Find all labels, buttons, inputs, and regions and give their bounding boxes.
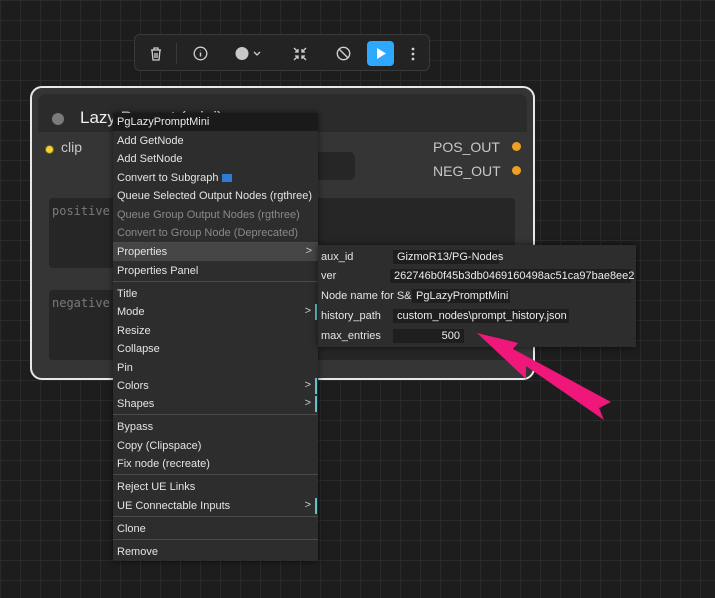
menu-item-label: Title	[117, 288, 138, 300]
submenu-indicator	[315, 304, 317, 320]
more-icon[interactable]	[403, 41, 423, 66]
menu-item-label: Collapse	[117, 343, 160, 355]
menu-item-label: Mode	[117, 306, 145, 318]
pos-out-slot[interactable]	[512, 142, 521, 151]
trash-icon[interactable]	[145, 41, 167, 66]
menu-item-shapes[interactable]: Shapes >	[113, 395, 318, 413]
property-value[interactable]: custom_nodes\prompt_history.json	[393, 309, 569, 323]
menu-item-label: Resize	[117, 325, 151, 337]
property-row[interactable]: ver 262746b0f45b3db0469160498ac51ca97bae…	[318, 267, 636, 286]
menu-item-remove[interactable]: Remove	[113, 543, 318, 561]
menu-divider	[113, 539, 318, 540]
menu-item-queue-selected[interactable]: Queue Selected Output Nodes (rgthree)	[113, 187, 318, 205]
menu-item-convert-group-node: Convert to Group Node (Deprecated)	[113, 224, 318, 242]
menu-item-ue-connectable-inputs[interactable]: UE Connectable Inputs >	[113, 497, 318, 515]
menu-divider	[113, 281, 318, 282]
property-key: max_entries	[321, 330, 381, 342]
run-icon[interactable]	[367, 41, 394, 66]
menu-item-bypass[interactable]: Bypass	[113, 418, 318, 436]
menu-item-label: Queue Selected Output Nodes (rgthree)	[117, 190, 313, 202]
menu-item-fix-node[interactable]: Fix node (recreate)	[113, 455, 318, 473]
collapse-icon[interactable]	[289, 41, 311, 66]
property-key: history_path	[321, 310, 381, 322]
submenu-arrow-icon: >	[304, 305, 311, 317]
menu-item-reject-ue-links[interactable]: Reject UE Links	[113, 478, 318, 496]
menu-item-colors[interactable]: Colors >	[113, 377, 318, 395]
menu-header: PgLazyPromptMini	[113, 113, 318, 131]
property-value[interactable]: 262746b0f45b3db0469160498ac51ca97bae8ee2	[390, 269, 634, 283]
submenu-arrow-icon: >	[305, 245, 312, 257]
property-row[interactable]: aux_id GizmoR13/PG-Nodes	[318, 248, 636, 267]
menu-item-label: Properties Panel	[117, 265, 199, 277]
menu-item-label: Add GetNode	[117, 135, 184, 147]
menu-item-properties-panel[interactable]: Properties Panel	[113, 262, 318, 280]
property-row[interactable]: max_entries 500	[318, 327, 636, 346]
submenu-arrow-icon: >	[304, 397, 311, 409]
menu-item-label: Properties	[117, 246, 168, 258]
property-key: ver	[321, 270, 337, 282]
pos-out-label: POS_OUT	[433, 139, 500, 155]
menu-divider	[113, 516, 318, 517]
menu-item-label: Copy (Clipspace)	[117, 440, 202, 452]
submenu-indicator	[315, 498, 317, 514]
bypass-icon[interactable]	[332, 41, 354, 66]
menu-item-title[interactable]: Title	[113, 285, 318, 303]
menu-item-label: Reject UE Links	[117, 481, 196, 493]
property-value[interactable]: 500	[393, 329, 464, 343]
menu-item-label: Queue Group Output Nodes (rgthree)	[117, 209, 300, 221]
menu-item-label: Pin	[117, 362, 133, 374]
menu-item-collapse[interactable]: Collapse	[113, 340, 318, 358]
clip-input-slot[interactable]	[45, 145, 54, 154]
menu-item-label: Convert to Group Node (Deprecated)	[117, 227, 298, 239]
menu-item-label: Bypass	[117, 421, 154, 433]
menu-item-label: Add SetNode	[117, 153, 183, 165]
node-widget-field[interactable]	[312, 152, 355, 180]
menu-item-pin[interactable]: Pin	[113, 359, 318, 377]
new-badge-icon	[221, 174, 232, 182]
selection-toolbar	[134, 34, 430, 71]
menu-item-resize[interactable]: Resize	[113, 322, 318, 340]
node-context-menu: PgLazyPromptMini Add GetNode Add SetNode…	[113, 113, 318, 561]
menu-item-add-setnode[interactable]: Add SetNode	[113, 150, 318, 168]
menu-item-properties[interactable]: Properties >	[113, 243, 318, 261]
property-row[interactable]: history_path custom_nodes\prompt_history…	[318, 307, 636, 326]
toolbar-divider	[176, 43, 177, 64]
property-value[interactable]: PgLazyPromptMini	[412, 289, 510, 303]
menu-divider	[113, 474, 318, 475]
property-key: aux_id	[321, 251, 354, 263]
menu-divider	[113, 414, 318, 415]
property-key: Node name for S&R	[321, 290, 420, 302]
menu-item-label: Convert to Subgraph	[117, 172, 219, 184]
clip-input-label: clip	[61, 139, 83, 155]
property-row[interactable]: Node name for S&R PgLazyPromptMini	[318, 287, 636, 306]
collapse-dot-icon[interactable]	[52, 113, 64, 125]
menu-item-mode[interactable]: Mode >	[113, 303, 318, 321]
negative-placeholder: negative	[52, 296, 110, 310]
menu-item-copy-clipspace[interactable]: Copy (Clipspace)	[113, 437, 318, 455]
menu-item-queue-group: Queue Group Output Nodes (rgthree)	[113, 206, 318, 224]
menu-item-label: UE Connectable Inputs	[117, 500, 231, 512]
menu-item-label: Clone	[117, 523, 146, 535]
menu-item-label: Colors	[117, 380, 149, 392]
info-icon[interactable]	[189, 41, 211, 66]
property-value[interactable]: GizmoR13/PG-Nodes	[393, 250, 503, 264]
submenu-indicator	[315, 396, 317, 412]
submenu-indicator	[315, 378, 317, 394]
neg-out-slot[interactable]	[512, 166, 521, 175]
menu-item-add-getnode[interactable]: Add GetNode	[113, 132, 318, 150]
menu-item-convert-subgraph[interactable]: Convert to Subgraph	[113, 169, 318, 187]
submenu-arrow-icon: >	[304, 499, 311, 511]
menu-item-label: Fix node (recreate)	[117, 458, 210, 470]
neg-out-label: NEG_OUT	[433, 163, 501, 179]
menu-item-label: Remove	[117, 546, 158, 558]
positive-placeholder: positive	[52, 204, 110, 218]
menu-item-label: Shapes	[117, 398, 155, 410]
properties-submenu: aux_id GizmoR13/PG-Nodes ver 262746b0f45…	[318, 245, 636, 347]
color-picker-button[interactable]	[230, 41, 264, 66]
menu-item-clone[interactable]: Clone	[113, 520, 318, 538]
menu-header-label: PgLazyPromptMini	[117, 116, 210, 128]
submenu-arrow-icon: >	[304, 379, 311, 391]
